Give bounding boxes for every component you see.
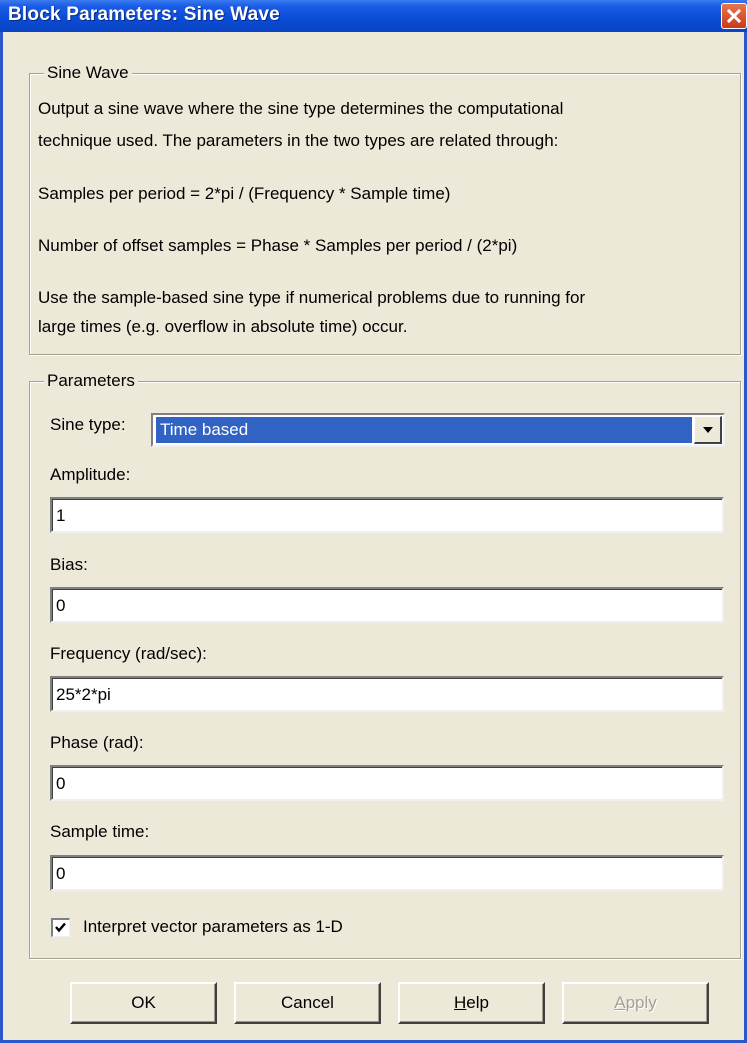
description-line: large times (e.g. overflow in absolute t… bbox=[38, 317, 408, 336]
sine-type-label: Sine type: bbox=[50, 415, 126, 434]
amplitude-field[interactable]: 1 bbox=[50, 497, 724, 533]
apply-button[interactable]: Apply bbox=[562, 982, 709, 1024]
cancel-button[interactable]: Cancel bbox=[234, 982, 381, 1024]
parameters-group-legend: Parameters bbox=[44, 370, 138, 392]
ok-button[interactable]: OK bbox=[70, 982, 217, 1024]
description-line: technique used. The parameters in the tw… bbox=[38, 131, 559, 150]
help-button[interactable]: Help bbox=[398, 982, 545, 1024]
amplitude-label: Amplitude: bbox=[50, 465, 131, 484]
description-line: Samples per period = 2*pi / (Frequency *… bbox=[38, 184, 451, 203]
sample-time-label: Sample time: bbox=[50, 822, 150, 841]
frequency-field[interactable]: 25*2*pi bbox=[50, 676, 724, 712]
sine-type-select[interactable]: Time based bbox=[151, 413, 725, 447]
ok-button-label: OK bbox=[131, 993, 156, 1012]
apply-mnemonic: A bbox=[614, 993, 626, 1012]
help-mnemonic: H bbox=[454, 993, 467, 1012]
description-line: Number of offset samples = Phase * Sampl… bbox=[38, 236, 518, 255]
help-button-label: elp bbox=[466, 993, 489, 1012]
sample-time-field[interactable]: 0 bbox=[50, 855, 724, 891]
close-icon bbox=[727, 9, 741, 23]
phase-field[interactable]: 0 bbox=[50, 765, 724, 801]
checkmark-icon bbox=[55, 922, 66, 933]
cancel-button-label: Cancel bbox=[281, 993, 334, 1012]
window-title: Block Parameters: Sine Wave bbox=[8, 4, 280, 25]
description-group-legend: Sine Wave bbox=[44, 62, 132, 84]
bias-field[interactable]: 0 bbox=[50, 587, 724, 623]
chevron-down-icon bbox=[702, 426, 713, 433]
interpret-vector-label[interactable]: Interpret vector parameters as 1-D bbox=[83, 916, 343, 938]
close-button[interactable] bbox=[721, 3, 747, 29]
bias-label: Bias: bbox=[50, 555, 88, 574]
interpret-vector-checkbox[interactable] bbox=[51, 918, 70, 937]
sine-type-dropdown-button[interactable] bbox=[694, 416, 722, 444]
description-line: Output a sine wave where the sine type d… bbox=[38, 99, 564, 118]
description-line: Use the sample-based sine type if numeri… bbox=[38, 288, 586, 307]
title-bar[interactable]: Block Parameters: Sine Wave bbox=[0, 0, 747, 32]
phase-label: Phase (rad): bbox=[50, 733, 144, 752]
frequency-label: Frequency (rad/sec): bbox=[50, 644, 207, 663]
apply-button-label: pply bbox=[625, 993, 657, 1012]
sine-type-value: Time based bbox=[156, 417, 692, 443]
dialog-window: Block Parameters: Sine Wave Sine Wave Ou… bbox=[0, 0, 747, 1043]
